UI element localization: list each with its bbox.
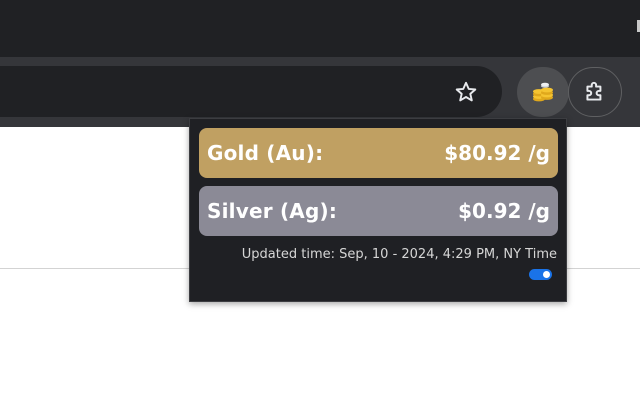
star-icon: [455, 81, 477, 102]
silver-label: Silver (Ag):: [207, 199, 338, 223]
auto-update-toggle[interactable]: [529, 269, 552, 280]
bookmark-star-button[interactable]: [448, 74, 484, 110]
silver-price-row: Silver (Ag): $0.92 /g: [199, 186, 558, 236]
browser-toolbar: [0, 57, 640, 127]
gold-price-extension-button[interactable]: [517, 67, 569, 117]
tab-strip: [0, 0, 640, 57]
toggle-knob: [543, 271, 550, 278]
gold-price: $80.92 /g: [444, 141, 550, 165]
updated-time: Updated time: Sep, 10 - 2024, 4:29 PM, N…: [241, 247, 557, 262]
extensions-menu-button[interactable]: [575, 72, 615, 112]
address-bar[interactable]: [0, 66, 502, 117]
gold-label: Gold (Au):: [207, 141, 324, 165]
puzzle-icon: [586, 81, 602, 101]
extension-popup: Gold (Au): $80.92 /g Silver (Ag): $0.92 …: [189, 118, 567, 302]
gold-coins-icon: [533, 82, 553, 102]
gold-price-row: Gold (Au): $80.92 /g: [199, 128, 558, 178]
silver-price: $0.92 /g: [458, 199, 550, 223]
